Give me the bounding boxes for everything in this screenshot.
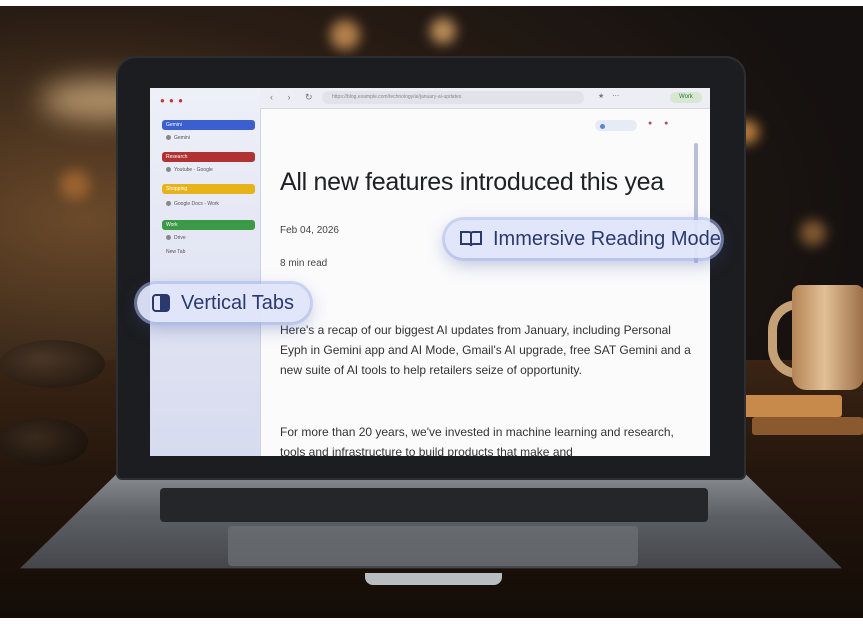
tab-item[interactable]: Google Docs - Work xyxy=(166,200,254,209)
tab-item[interactable]: Youtube - Google xyxy=(166,166,254,175)
photo-scene: ● ● ● Gemini Gemini Research Youtube - G… xyxy=(0,0,863,626)
vertical-tabs-sidebar: ● ● ● Gemini Gemini Research Youtube - G… xyxy=(150,88,261,456)
article-read-time: 8 min read xyxy=(280,258,328,269)
vertical-tabs-icon xyxy=(152,294,170,312)
tab-group-header[interactable]: Work xyxy=(162,220,255,230)
article-paragraph: Here's a recap of our biggest AI updates… xyxy=(280,323,691,377)
desk-object xyxy=(0,418,88,466)
top-border xyxy=(0,0,863,6)
bokeh-light xyxy=(430,18,456,44)
window-controls[interactable]: ● ● ● xyxy=(160,96,184,105)
book xyxy=(742,395,842,417)
article-title: All new features introduced this yea xyxy=(280,168,664,196)
tab-item[interactable]: Drive xyxy=(166,234,254,243)
laptop-notch xyxy=(365,573,502,585)
desk-object xyxy=(0,340,105,388)
browser-window: ● ● ● Gemini Gemini Research Youtube - G… xyxy=(150,88,710,456)
immersive-reading-callout: Immersive Reading Mode xyxy=(445,220,721,258)
bokeh-light xyxy=(60,170,90,200)
book-icon xyxy=(460,231,482,247)
favicon-icon xyxy=(166,167,171,173)
new-tab-item[interactable]: New Tab xyxy=(166,248,254,257)
bottom-border xyxy=(0,618,863,626)
tab-item[interactable]: Gemini xyxy=(166,134,254,143)
trackpad xyxy=(228,526,638,566)
article-date: Feb 04, 2026 xyxy=(280,225,339,236)
tab-group-header[interactable]: Shopping xyxy=(162,184,255,194)
favicon-icon xyxy=(166,135,171,141)
tab-group-header[interactable]: Research xyxy=(162,152,255,162)
tab-group-header[interactable]: Gemini xyxy=(162,120,255,130)
book xyxy=(752,417,863,435)
favicon-icon xyxy=(166,235,171,241)
vertical-tabs-callout: Vertical Tabs xyxy=(137,284,310,322)
article-content: All new features introduced this yea Feb… xyxy=(280,88,700,456)
coffee-mug xyxy=(792,285,863,390)
favicon-icon xyxy=(166,201,171,207)
article-paragraph: For more than 20 years, we've invested i… xyxy=(280,425,674,456)
bokeh-light xyxy=(330,20,360,50)
keyboard xyxy=(160,488,708,522)
bokeh-light xyxy=(800,220,826,246)
